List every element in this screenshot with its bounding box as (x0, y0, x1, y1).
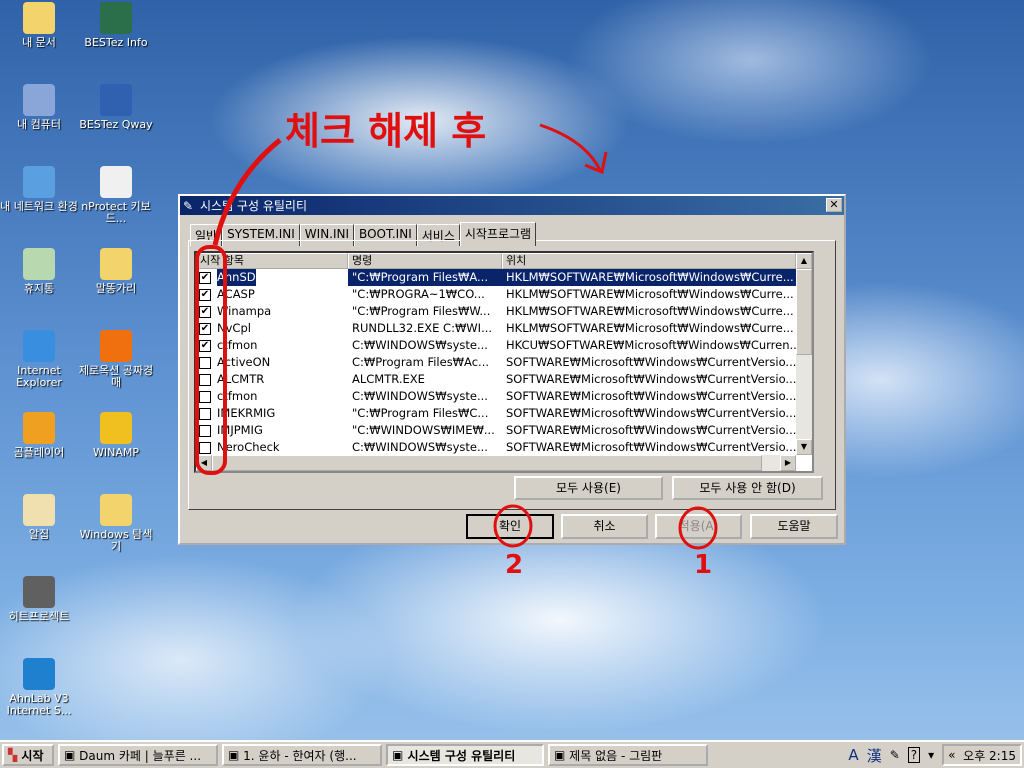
annotation-mark-apply: 1 (694, 550, 713, 580)
taskbar: ▚ 시작 ▣ Daum 카페 | 늘푸른 ... ▣ 1. 윤하 - 한여자 (행… (0, 740, 1024, 768)
annotation-strokes (212, 123, 718, 550)
taskbar-item[interactable]: ▣ 1. 윤하 - 한여자 (행... (222, 744, 382, 766)
taskbar-item-label: 1. 윤하 - 한여자 (행... (243, 748, 357, 763)
ime-pad-icon[interactable]: ✎ (890, 748, 900, 762)
taskbar-item-label: 제목 없음 - 그림판 (569, 748, 663, 763)
system-tray: A 漢 ✎ ? ▾ « 오후 2:15 (848, 744, 1022, 766)
windows-logo-icon: ▚ (8, 748, 18, 762)
app-icon: ▣ (228, 748, 240, 762)
show-hidden-icons-button[interactable]: « (948, 748, 955, 762)
app-icon: ▣ (64, 748, 76, 762)
ime-mode-indicator[interactable]: A (848, 746, 858, 764)
start-button[interactable]: ▚ 시작 (2, 744, 54, 766)
clock[interactable]: 오후 2:15 (963, 747, 1016, 764)
tab-5[interactable]: 시작프로그램 (459, 222, 537, 246)
taskbar-item[interactable]: ▣ 시스템 구성 유틸리티 (386, 744, 544, 766)
app-icon: ▣ (392, 748, 404, 762)
start-label: 시작 (21, 748, 44, 763)
ime-options-icon[interactable]: ▾ (928, 748, 934, 762)
taskbar-item-label: 시스템 구성 유틸리티 (407, 748, 516, 763)
help-icon[interactable]: ? (907, 747, 921, 763)
taskbar-item[interactable]: ▣ Daum 카페 | 늘푸른 ... (58, 744, 218, 766)
taskbar-item-label: Daum 카페 | 늘푸른 ... (79, 748, 202, 763)
taskbar-item[interactable]: ▣ 제목 없음 - 그림판 (548, 744, 708, 766)
clock-area: « 오후 2:15 (942, 744, 1022, 766)
annotation-mark-ok: 2 (505, 550, 524, 580)
app-icon: ▣ (554, 748, 566, 762)
hanja-button[interactable]: 漢 (867, 745, 882, 766)
